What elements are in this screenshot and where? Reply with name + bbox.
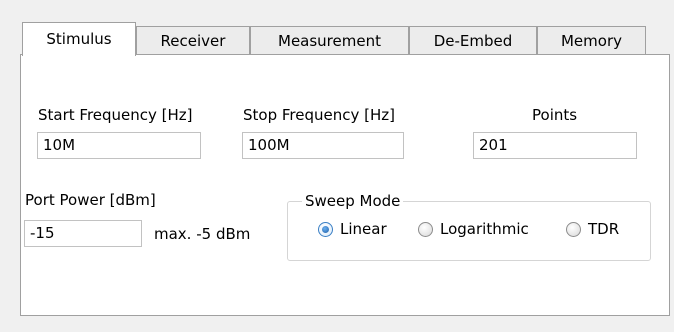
- radio-selected-icon: [318, 221, 333, 237]
- stop-frequency-label: Stop Frequency [Hz]: [243, 106, 395, 124]
- radio-unselected-icon: [418, 221, 433, 237]
- start-frequency-field[interactable]: 10M: [37, 132, 201, 159]
- tab-memory[interactable]: Memory: [537, 26, 646, 55]
- points-field[interactable]: 201: [473, 132, 637, 159]
- tab-measurement[interactable]: Measurement: [250, 26, 409, 55]
- sweep-mode-linear-label: Linear: [340, 220, 387, 238]
- port-power-field[interactable]: -15: [24, 220, 142, 247]
- points-label: Points: [532, 106, 578, 124]
- tab-de-embed[interactable]: De-Embed: [409, 26, 537, 55]
- sweep-mode-tdr-label: TDR: [588, 220, 620, 238]
- sweep-mode-title: Sweep Mode: [302, 191, 404, 211]
- start-frequency-label: Start Frequency [Hz]: [38, 106, 193, 124]
- radio-unselected-icon: [566, 221, 581, 237]
- port-power-limit: max. -5 dBm: [154, 225, 251, 243]
- sweep-mode-linear-radio[interactable]: Linear: [318, 219, 387, 239]
- sweep-mode-logarithmic-label: Logarithmic: [440, 220, 529, 238]
- port-power-label: Port Power [dBm]: [25, 191, 156, 209]
- tab-receiver[interactable]: Receiver: [136, 26, 250, 55]
- tab-stimulus[interactable]: Stimulus: [22, 22, 136, 56]
- sweep-mode-logarithmic-radio[interactable]: Logarithmic: [418, 219, 529, 239]
- sweep-mode-tdr-radio[interactable]: TDR: [566, 219, 619, 239]
- sweep-mode-group: Sweep Mode Linear Logarithmic TDR: [287, 191, 651, 261]
- stimulus-panel: Start Frequency [Hz] 10M Stop Frequency …: [20, 54, 670, 316]
- stop-frequency-field[interactable]: 100M: [242, 132, 404, 159]
